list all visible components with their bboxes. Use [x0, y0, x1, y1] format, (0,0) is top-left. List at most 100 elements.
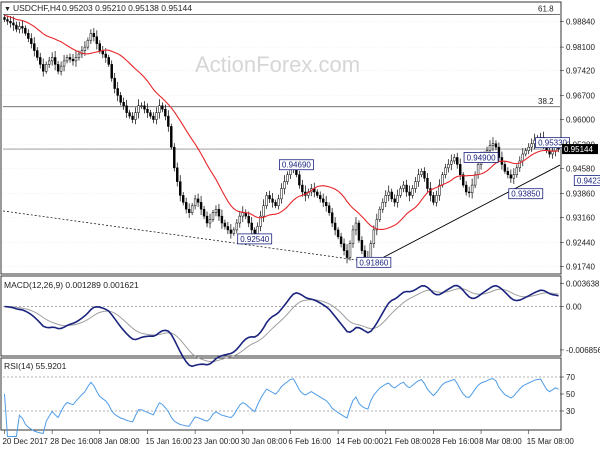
candle-body [95, 36, 99, 44]
candle-body [27, 33, 30, 39]
time-axis-label: 8 Jan 08:00 [98, 437, 140, 446]
candle-body [405, 184, 408, 193]
candle-body [208, 219, 212, 224]
candle-body [104, 53, 107, 58]
price-axis-label: 0.94580 [566, 165, 595, 174]
candle-body [435, 195, 438, 203]
time-axis-label: 6 Feb 16:00 [288, 437, 331, 446]
candle-body [444, 167, 447, 175]
candle-body [214, 208, 218, 213]
rsi-title: RSI(14) 55.9201 [4, 361, 67, 371]
candle-body [56, 64, 60, 72]
candle-body [432, 195, 435, 203]
candle-body [211, 212, 215, 220]
candle-body [411, 188, 414, 196]
price-callout: 0.91860 [356, 256, 392, 268]
candle-body [107, 57, 110, 65]
candle-body [271, 198, 274, 203]
price-callout: 0.94230 [573, 175, 600, 186]
candle-body [467, 191, 471, 194]
candle-body [47, 60, 51, 65]
candle-body [152, 115, 155, 120]
candle-body [262, 205, 265, 217]
candle-body [274, 202, 277, 207]
candle-body [321, 198, 325, 203]
rsi-layer [3, 376, 560, 437]
candle-body [134, 112, 137, 120]
candle-body [402, 184, 405, 189]
candle-body [381, 202, 384, 210]
candle-body [193, 198, 197, 207]
candle-body [71, 58, 75, 62]
rsi-panel [0, 357, 562, 431]
candle-body [18, 26, 21, 30]
candle-body [131, 115, 134, 120]
candle-body [324, 202, 328, 207]
candle-body [330, 212, 334, 224]
candle-body [387, 191, 390, 196]
candle-body [491, 143, 495, 146]
candle-body [488, 145, 492, 151]
candle-body [390, 191, 393, 200]
candle-body [521, 153, 524, 162]
candle-body [179, 181, 182, 196]
macd-title: MACD(12,26,9) 0.001289 0.001621 [4, 280, 139, 290]
candle-body [333, 222, 337, 231]
candle-body [116, 88, 119, 96]
candle-body [408, 191, 411, 196]
candle-body [473, 174, 477, 186]
candle-body [86, 39, 90, 48]
candle-body [512, 174, 516, 179]
candle-body [464, 184, 468, 193]
candle-body [268, 195, 271, 200]
candle-body [283, 181, 286, 189]
rsi-axis-label: 70 [566, 373, 575, 382]
price-axis-label: 0.97420 [566, 67, 595, 76]
candle-body [316, 191, 319, 196]
candle-body [223, 222, 227, 227]
macd-axis-label: 0.003638 [566, 279, 600, 288]
candle-body [137, 105, 140, 113]
candle-body [229, 229, 233, 234]
candle-body [15, 24, 18, 30]
time-axis-label: 8 Mar 08:00 [479, 437, 522, 446]
candle-body [59, 65, 63, 72]
time-axis-label: 15 Jan 16:00 [145, 437, 192, 446]
candle-body [24, 27, 27, 34]
time-axis-label: 15 Mar 08:00 [527, 437, 575, 446]
candle-body [360, 240, 364, 251]
price-axis-label: 0.98840 [566, 18, 595, 27]
candle-body [42, 64, 45, 72]
candle-body [503, 164, 507, 172]
time-axis-label: 28 Dec 16:00 [50, 437, 98, 446]
fib-level-label: 61.8 [538, 4, 554, 13]
candle-body [470, 184, 474, 193]
candle-body [12, 22, 15, 26]
axis-layer: 0.988400.981000.974200.967000.960000.952… [2, 18, 600, 446]
candle-body [92, 33, 96, 38]
candle-body [187, 208, 191, 213]
header-ohlc: 0.95203 0.95210 0.95138 0.95144 [62, 3, 192, 13]
price-callout: 0.94690 [278, 159, 314, 171]
candle-body [125, 105, 128, 113]
candle-body [44, 64, 48, 72]
header-arrow: ▼ [4, 6, 11, 13]
candle-body [354, 222, 358, 231]
price-axis-label: 0.98100 [566, 43, 595, 52]
candle-body [426, 177, 429, 189]
price-axis-label: 0.93860 [566, 189, 595, 198]
price-callout: 0.92540 [237, 233, 273, 245]
candle-body [119, 95, 122, 103]
candle-body [399, 188, 402, 196]
candle-body [53, 57, 57, 65]
rsi-axis-label: 50 [566, 390, 575, 399]
candle-body [277, 198, 280, 207]
candle-body [459, 164, 462, 175]
candle-body [420, 171, 423, 175]
candle-body [182, 195, 185, 203]
candle-body [348, 243, 352, 258]
candle-body [393, 198, 396, 203]
price-axis-label: 0.91740 [566, 262, 595, 271]
candle-body [476, 164, 480, 175]
candle-body [301, 184, 304, 193]
